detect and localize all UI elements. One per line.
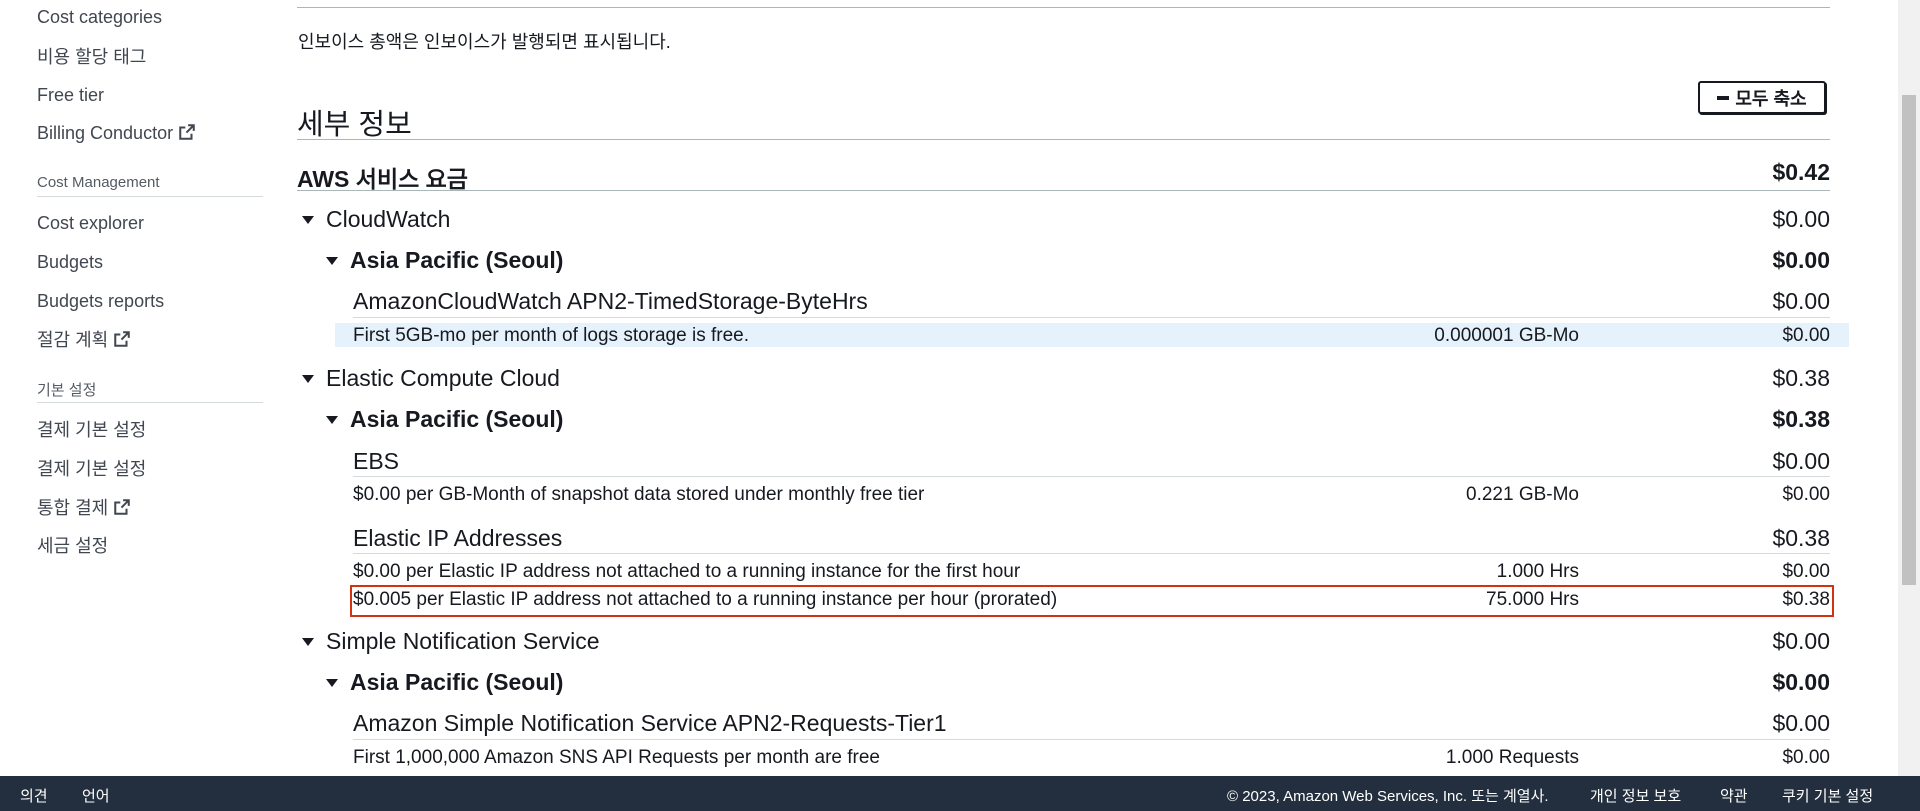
sidebar-item-budgets-reports[interactable]: Budgets reports — [37, 291, 164, 312]
usage-type-amount: $0.00 — [1772, 288, 1830, 314]
collapse-all-button[interactable]: 모두 축소 — [1698, 81, 1826, 114]
external-link-icon — [114, 331, 131, 347]
caret-down-icon[interactable] — [326, 257, 338, 265]
footer: 의견 언어 © 2023, Amazon Web Services, Inc. … — [0, 776, 1920, 811]
cookie-preferences-link[interactable]: 쿠키 기본 설정 — [1782, 785, 1873, 806]
sidebar-item-cost-allocation-tags[interactable]: 비용 할당 태그 — [37, 43, 146, 69]
line-item-description: $0.00 per Elastic IP address not attache… — [353, 561, 1021, 582]
caret-down-icon[interactable] — [302, 638, 314, 646]
sidebar-item-billing-preferences[interactable]: 결제 기본 설정 — [37, 416, 146, 442]
line-item-amount: $0.38 — [1782, 589, 1830, 610]
sidebar-item-label: 결제 기본 설정 — [37, 459, 147, 479]
sidebar-item-label: Budgets — [37, 252, 104, 272]
service-amount: $0.38 — [1772, 365, 1830, 391]
sidebar-item-free-tier[interactable]: Free tier — [37, 85, 104, 106]
usage-type-amount: $0.00 — [1772, 710, 1830, 736]
divider — [353, 553, 1830, 554]
divider — [353, 476, 1830, 477]
sidebar-divider — [37, 196, 263, 197]
caret-down-icon[interactable] — [302, 375, 314, 383]
usage-type-name: AmazonCloudWatch APN2-TimedStorage-ByteH… — [353, 288, 868, 314]
region-name[interactable]: Asia Pacific (Seoul) — [350, 406, 563, 433]
sidebar-item-label: 결제 기본 설정 — [37, 420, 147, 440]
usage-type-amount: $0.38 — [1772, 525, 1830, 551]
page-title: 세부 정보 — [297, 109, 412, 141]
line-item-description: $0.005 per Elastic IP address not attach… — [353, 589, 1058, 610]
line-item-amount: $0.00 — [1782, 561, 1830, 582]
usage-type-name: EBS — [353, 448, 400, 474]
region-amount: $0.00 — [1772, 247, 1830, 273]
sidebar-item-label: 통합 결제 — [37, 498, 109, 518]
sidebar-item-consolidated-billing[interactable]: 통합 결제 — [37, 494, 131, 520]
divider — [297, 139, 1830, 140]
usage-type-name: Elastic IP Addresses — [353, 525, 563, 551]
sidebar-item-label: 세금 설정 — [37, 536, 109, 556]
sidebar-section-header: 기본 설정 — [37, 382, 97, 399]
service-amount: $0.00 — [1772, 206, 1830, 232]
language-link[interactable]: 언어 — [82, 785, 110, 806]
region-name[interactable]: Asia Pacific (Seoul) — [350, 247, 563, 274]
collapse-all-label: 모두 축소 — [1735, 88, 1807, 109]
sidebar-item-label: Cost categories — [37, 7, 163, 27]
copyright: © 2023, Amazon Web Services, Inc. 또는 계열사… — [1227, 788, 1549, 805]
caret-down-icon[interactable] — [302, 216, 314, 224]
sidebar-item-cost-categories[interactable]: Cost categories — [37, 7, 162, 28]
sidebar-section-header: Cost Management — [37, 174, 160, 191]
sidebar-item-cost-explorer[interactable]: Cost explorer — [37, 213, 144, 234]
feedback-link[interactable]: 의견 — [20, 785, 48, 806]
sidebar-item-label: 절감 계획 — [37, 330, 109, 350]
region-amount: $0.38 — [1772, 406, 1830, 432]
sidebar-item-label: Cost explorer — [37, 213, 145, 233]
line-item-amount: $0.00 — [1782, 484, 1830, 505]
line-item-amount: $0.00 — [1782, 747, 1830, 768]
sidebar-item-label: Free tier — [37, 85, 105, 105]
sidebar-item-tax-settings[interactable]: 세금 설정 — [37, 532, 108, 558]
external-link-icon — [114, 499, 131, 515]
aws-charges-total: $0.42 — [1772, 159, 1830, 185]
region-name[interactable]: Asia Pacific (Seoul) — [350, 669, 563, 696]
terms-link[interactable]: 약관 — [1720, 785, 1748, 806]
line-item-usage: 1.000 Requests — [1445, 747, 1579, 768]
sidebar-item-label: Budgets reports — [37, 291, 165, 311]
sidebar: Cost categories 비용 할당 태그 Free tier Billi… — [0, 0, 290, 776]
invoice-total-note: 인보이스 총액은 인보이스가 발행되면 표시됩니다. — [298, 32, 671, 52]
usage-type-amount: $0.00 — [1772, 448, 1830, 474]
line-item-description: First 1,000,000 Amazon SNS API Requests … — [353, 747, 880, 768]
caret-down-icon[interactable] — [326, 679, 338, 687]
external-link-icon — [179, 124, 195, 140]
line-item-usage: 0.000001 GB-Mo — [1434, 325, 1579, 346]
line-item-amount: $0.00 — [1782, 325, 1830, 346]
sidebar-item-label: 비용 할당 태그 — [37, 47, 147, 67]
sidebar-item-payment-preferences[interactable]: 결제 기본 설정 — [37, 455, 146, 481]
aws-charges-label: AWS 서비스 요금 — [297, 166, 468, 192]
service-name[interactable]: CloudWatch — [326, 206, 450, 233]
divider — [353, 317, 1830, 318]
line-item-usage: 0.221 GB-Mo — [1466, 484, 1579, 505]
region-amount: $0.00 — [1772, 669, 1830, 695]
scrollbar-thumb[interactable] — [1902, 95, 1916, 585]
sidebar-item-savings-plans[interactable]: 절감 계획 — [37, 326, 131, 352]
divider — [297, 7, 1830, 8]
line-item-description: $0.00 per GB-Month of snapshot data stor… — [353, 484, 925, 505]
service-amount: $0.00 — [1772, 628, 1830, 654]
minus-icon — [1717, 95, 1730, 100]
bill-details-panel: 인보이스 총액은 인보이스가 발행되면 표시됩니다. 모두 축소 세부 정보 A… — [297, 0, 1849, 776]
line-item-usage: 75.000 Hrs — [1486, 589, 1579, 610]
sidebar-item-label: Billing Conductor — [37, 123, 174, 143]
caret-down-icon[interactable] — [326, 416, 338, 424]
usage-type-name: Amazon Simple Notification Service APN2-… — [353, 710, 947, 736]
divider — [353, 739, 1830, 740]
service-name[interactable]: Simple Notification Service — [326, 628, 600, 655]
line-item-description: First 5GB-mo per month of logs storage i… — [353, 325, 749, 346]
service-name[interactable]: Elastic Compute Cloud — [326, 365, 560, 392]
sidebar-divider — [37, 402, 263, 403]
sidebar-item-budgets[interactable]: Budgets — [37, 252, 103, 273]
line-item-usage: 1.000 Hrs — [1496, 561, 1579, 582]
divider — [297, 190, 1830, 191]
privacy-link[interactable]: 개인 정보 보호 — [1590, 785, 1681, 806]
sidebar-item-billing-conductor[interactable]: Billing Conductor — [37, 123, 196, 144]
